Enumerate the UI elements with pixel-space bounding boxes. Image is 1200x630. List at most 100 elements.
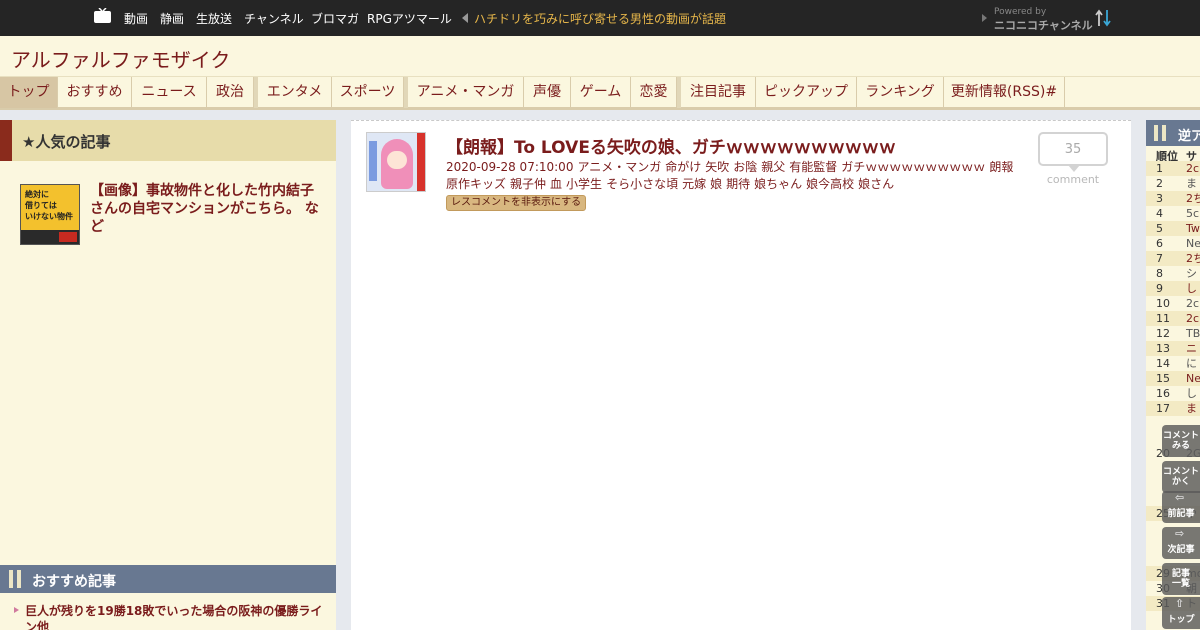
tab-pickup[interactable]: ピックアップ [756, 77, 857, 108]
rank-site-link[interactable]: 2ch [1186, 296, 1200, 311]
arrow-right-icon: ⇨ [1175, 527, 1185, 540]
article-tag[interactable]: 元嫁 [682, 177, 706, 191]
rank-site-link[interactable]: ニ [1186, 341, 1197, 356]
article-list: 【朗報】To LOVEる矢吹の娘、ガチｗｗｗｗｗｗｗｗｗｗ 2020-09-28… [351, 120, 1131, 630]
article-tag[interactable]: 矢吹 [705, 160, 729, 174]
rank-site-link[interactable]: し [1186, 386, 1197, 401]
rank-site-link[interactable]: TB [1186, 326, 1200, 341]
rank-number: 15 [1156, 372, 1170, 385]
comment-bubble-tail [1068, 165, 1080, 172]
view-comments-label: コメント [1162, 431, 1199, 441]
article-tag[interactable]: ガチｗｗｗｗｗｗｗｗｗｗ [841, 160, 985, 174]
arrow-up-icon: ⇧ [1175, 597, 1185, 610]
niconico-tv-icon[interactable] [94, 8, 111, 23]
view-comments-button[interactable]: コメント みる [1162, 425, 1200, 457]
rank-site-link[interactable]: 2ch [1186, 311, 1200, 326]
rank-site-link[interactable]: 2ch [1186, 161, 1200, 176]
article-title-link[interactable]: 【朗報】To LOVEる矢吹の娘、ガチｗｗｗｗｗｗｗｗｗｗ [446, 133, 896, 158]
topnav-channel[interactable]: チャンネル [244, 10, 304, 27]
article-category-link[interactable]: アニメ・マンガ [577, 160, 661, 174]
tab-politics[interactable]: 政治 [207, 77, 254, 108]
popular-article-link[interactable]: 【画像】事故物件と化した竹内結子さんの自宅マンションがこちら。 など [90, 182, 326, 236]
rank-number: 6 [1156, 237, 1163, 250]
tab-romance[interactable]: 恋愛 [631, 77, 677, 108]
updown-arrows-icon[interactable] [1094, 8, 1114, 28]
ranking-row: 4 5ch [1146, 206, 1200, 221]
tab-featured[interactable]: 注目記事 [677, 77, 756, 108]
ranking-heading: 逆ア [1146, 120, 1200, 146]
rank-site-link[interactable]: に [1186, 356, 1197, 371]
recommended-article-link[interactable]: 巨人が残りを19勝18敗でいった場合の阪神の優勝ライン他 [14, 603, 324, 630]
article-tag[interactable]: 親子仲 [510, 177, 546, 191]
topbar-headline-link[interactable]: ハチドリを巧みに呼び寄せる男性の動画が話題 [474, 10, 726, 27]
tab-sports[interactable]: スポーツ [332, 77, 404, 108]
ranking-row: 7 2ち [1146, 251, 1200, 266]
heading-bar-icon [1162, 125, 1166, 141]
article-tag[interactable]: 血 [550, 177, 562, 191]
back-to-top-button[interactable]: ⇧ トップ [1162, 597, 1200, 629]
tab-top[interactable]: トップ [0, 77, 58, 108]
article-tag[interactable]: お陰 [733, 160, 757, 174]
article-tag[interactable]: 親父 [761, 160, 785, 174]
rank-site-link[interactable]: Ne [1186, 236, 1200, 251]
article-tag[interactable]: 娘さん [858, 177, 894, 191]
article-tag[interactable]: 娘ちゃん [754, 177, 802, 191]
tab-games[interactable]: ゲーム [571, 77, 631, 108]
rank-number: 8 [1156, 267, 1163, 280]
thumb-text-line: 借りては [25, 201, 57, 210]
popular-heading-text: ★人気の記事 [22, 133, 111, 151]
popular-article-thumbnail[interactable]: 絶対に 借りては いけない物件 [20, 184, 80, 245]
ranking-row: 2ま [1146, 176, 1200, 191]
tab-anime-manga[interactable]: アニメ・マンガ [404, 77, 524, 108]
rank-site-link[interactable]: 2ち [1186, 191, 1200, 206]
rank-site-link[interactable]: ま [1186, 176, 1197, 191]
ranking-row: 16 し [1146, 386, 1200, 401]
article-tag[interactable]: 小学生 [566, 177, 602, 191]
powered-by-niconico-channel[interactable]: Powered by ニコニコチャンネル [980, 7, 1093, 32]
tab-entertainment[interactable]: エンタメ [254, 77, 332, 108]
site-title[interactable]: アルファルファモザイク [11, 44, 230, 73]
prev-article-button[interactable]: ⇦ 前記事 [1162, 491, 1200, 523]
article-tag[interactable]: 有能監督 [789, 160, 837, 174]
tab-ranking[interactable]: ランキング [857, 77, 944, 108]
rank-site-link[interactable]: し [1186, 281, 1197, 296]
article-tag[interactable]: 朗報 [989, 160, 1013, 174]
article-tag[interactable]: 期待 [726, 177, 750, 191]
topnav-seiga[interactable]: 静画 [160, 10, 184, 27]
tab-news[interactable]: ニュース [132, 77, 207, 108]
thumb-red-spine [417, 133, 425, 191]
thumb-text-line: いけない物件 [25, 212, 73, 221]
article-list-label: 記事 [1171, 569, 1190, 579]
category-tabs: トップ おすすめ ニュース 政治 エンタメ スポーツ アニメ・マンガ 声優 ゲー… [0, 76, 1200, 110]
topnav-douga[interactable]: 動画 [124, 10, 148, 27]
article-tag[interactable]: 娘今高校 [806, 177, 854, 191]
article-list-button[interactable]: 記事 一覧 [1162, 563, 1200, 595]
tab-rss[interactable]: 更新情報(RSS)# [944, 77, 1065, 108]
thumb-red-block [59, 232, 77, 242]
topnav-live[interactable]: 生放送 [196, 10, 232, 27]
rank-site-link[interactable]: シ [1186, 266, 1197, 281]
channel-brand-label: ニコニコチャンネル [994, 19, 1093, 32]
rank-site-link[interactable]: 5ch [1186, 206, 1200, 221]
comment-count-bubble[interactable]: 35 [1038, 132, 1108, 166]
topnav-rpg-atsumaru[interactable]: RPGアツマール [367, 10, 452, 27]
topnav-blomaga[interactable]: ブロマガ [311, 10, 359, 27]
write-comment-button[interactable]: コメント かく [1162, 461, 1200, 493]
tab-voice-actors[interactable]: 声優 [524, 77, 571, 108]
next-article-label: 次記事 [1167, 545, 1195, 555]
article-thumbnail[interactable] [366, 132, 426, 192]
rank-site-link[interactable]: ま [1186, 401, 1197, 416]
prev-article-label: 前記事 [1167, 509, 1195, 519]
rank-site-link[interactable]: Tw [1186, 221, 1200, 236]
article-tag[interactable]: そら小さな頃 [606, 177, 678, 191]
tab-recommended[interactable]: おすすめ [58, 77, 132, 108]
ranking-row: 10 2ch [1146, 296, 1200, 311]
hide-res-comments-button[interactable]: レスコメントを非表示にする [446, 195, 587, 211]
article-tag[interactable]: 娘 [710, 177, 722, 191]
rank-number: 3 [1156, 192, 1163, 205]
next-article-button[interactable]: ⇨ 次記事 [1162, 527, 1200, 559]
article-tag[interactable]: 命がけ [665, 160, 701, 174]
rank-site-link[interactable]: 2ち [1186, 251, 1200, 266]
article-tag[interactable]: 原作キッズ [446, 177, 506, 191]
rank-site-link[interactable]: Ne [1186, 371, 1200, 386]
